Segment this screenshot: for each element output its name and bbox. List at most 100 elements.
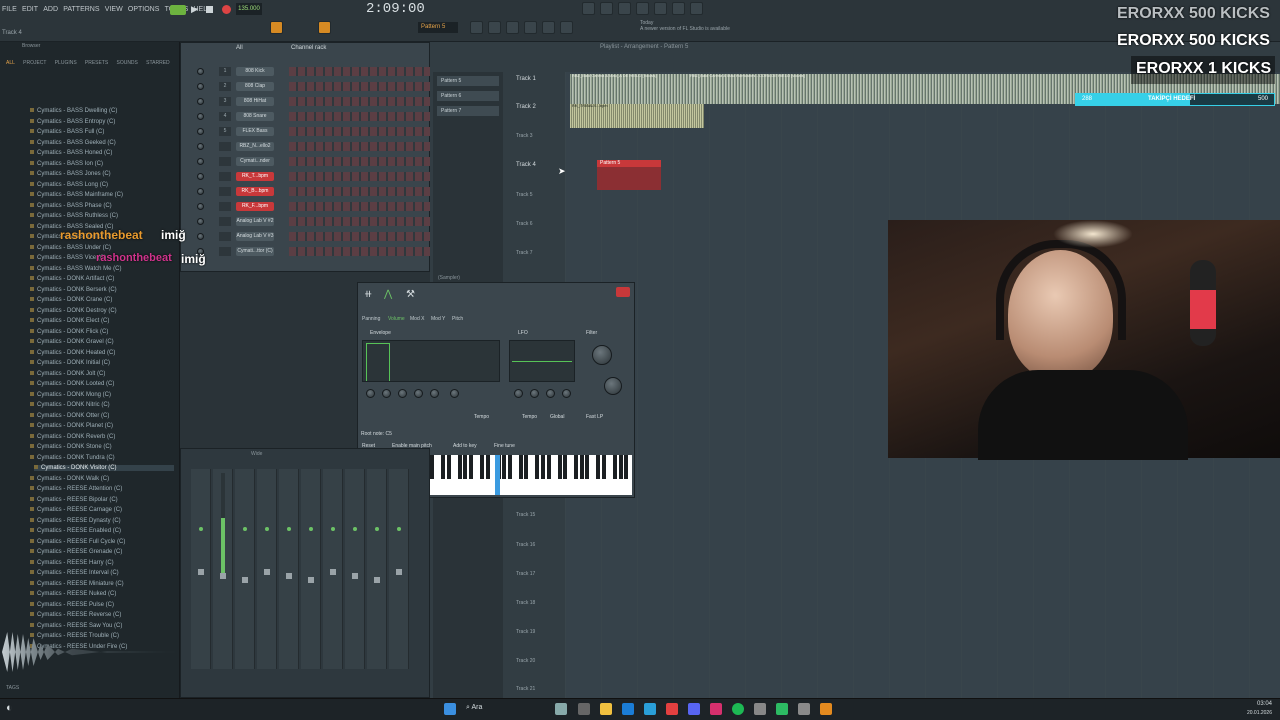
- lfo-global-label[interactable]: Global: [550, 414, 564, 420]
- channel-pan-knob[interactable]: [197, 173, 204, 180]
- tab-plugins[interactable]: PLUGINS: [55, 60, 77, 66]
- black-key[interactable]: [618, 455, 623, 479]
- tab-mod-x[interactable]: Mod X: [410, 316, 424, 322]
- channel-mixer-target[interactable]: [219, 142, 231, 151]
- stop-button[interactable]: [206, 6, 213, 13]
- browser-item[interactable]: Cymatics - BASS Honed (C): [30, 150, 112, 156]
- mixer-fader[interactable]: [374, 577, 380, 583]
- mixer-insert-strip[interactable]: [367, 469, 387, 669]
- settings-app-icon[interactable]: [798, 703, 810, 715]
- lfo-amount-knob[interactable]: [546, 389, 555, 398]
- release-knob[interactable]: [450, 389, 459, 398]
- channel-pan-knob[interactable]: [197, 143, 204, 150]
- browser-item[interactable]: Cymatics - DONK Initial (C): [30, 360, 110, 366]
- channel-mixer-target[interactable]: 4: [219, 112, 231, 121]
- mic-icon[interactable]: [618, 2, 631, 15]
- mixer-fader[interactable]: [220, 573, 226, 579]
- track-header[interactable]: Track 17: [516, 571, 535, 577]
- pattern-selector[interactable]: Pattern 5: [418, 22, 458, 33]
- track-header[interactable]: Track 5: [516, 192, 532, 198]
- tab-panning[interactable]: Panning: [362, 316, 380, 322]
- browser-item[interactable]: Cymatics - DONK Stone (C): [30, 444, 112, 450]
- snipping-icon[interactable]: [578, 703, 590, 715]
- file-explorer-icon[interactable]: [600, 703, 612, 715]
- browser-item[interactable]: Cymatics - REESE Reverse (C): [30, 612, 121, 618]
- playlist-icon[interactable]: [470, 21, 483, 34]
- lfo-tempo-label[interactable]: Tempo: [522, 414, 537, 420]
- channel-pan-knob[interactable]: [197, 218, 204, 225]
- channel-pan-knob[interactable]: [197, 188, 204, 195]
- channel-name-button[interactable]: RK_F...bpm: [236, 202, 274, 211]
- track-header[interactable]: Track 7: [516, 250, 532, 256]
- tab-project[interactable]: PROJECT: [23, 60, 46, 66]
- channel-mixer-target[interactable]: 2: [219, 82, 231, 91]
- channel-name-button[interactable]: 808 HiHat: [236, 97, 274, 106]
- clock-time[interactable]: 03:04: [1232, 701, 1272, 707]
- menu-edit[interactable]: EDIT: [22, 6, 38, 13]
- search-box[interactable]: ⌕ Ara: [466, 704, 482, 712]
- plugin-close-button[interactable]: [616, 287, 630, 297]
- pattern-song-toggle[interactable]: [170, 5, 186, 15]
- browser-item[interactable]: Cymatics - REESE Under Fire (C): [30, 644, 127, 650]
- opera-icon[interactable]: [666, 703, 678, 715]
- channel-pan-knob[interactable]: [197, 98, 204, 105]
- black-key[interactable]: [507, 455, 512, 479]
- mixer-insert-strip[interactable]: [345, 469, 365, 669]
- lfo-delay-knob[interactable]: [514, 389, 523, 398]
- pattern-list-item[interactable]: Pattern 5: [437, 76, 499, 86]
- browser-item[interactable]: Cymatics - DONK Planet (C): [30, 423, 113, 429]
- menu-file[interactable]: FILE: [2, 6, 17, 13]
- pattern-list-item[interactable]: Pattern 7: [437, 106, 499, 116]
- track-header[interactable]: Track 21: [516, 686, 535, 692]
- track-header[interactable]: Track 15: [516, 512, 535, 518]
- attack-knob[interactable]: [382, 389, 391, 398]
- channel-name-button[interactable]: RK_B...bpm: [236, 187, 274, 196]
- browser-item[interactable]: Cymatics - REESE Dynasty (C): [30, 518, 121, 524]
- black-key[interactable]: [518, 455, 523, 479]
- black-key[interactable]: [546, 455, 551, 479]
- tab-mod-y[interactable]: Mod Y: [431, 316, 445, 322]
- mixer-insert-strip[interactable]: [235, 469, 255, 669]
- lfo-attack-knob[interactable]: [530, 389, 539, 398]
- black-key[interactable]: [502, 455, 507, 479]
- browser-item[interactable]: Cymatics - DONK Elect (C): [30, 318, 109, 324]
- snap-icon[interactable]: [270, 21, 283, 34]
- widgets-icon[interactable]: ◐: [6, 702, 13, 714]
- channel-pan-knob[interactable]: [197, 233, 204, 240]
- browser-item[interactable]: Cymatics - DONK Heated (C): [30, 350, 115, 356]
- browser-item[interactable]: Cymatics - REESE Full Cycle (C): [30, 539, 125, 545]
- channel-pan-knob[interactable]: [197, 158, 204, 165]
- channel-mixer-target[interactable]: [219, 217, 231, 226]
- app-icon[interactable]: [754, 703, 766, 715]
- plugin-database-icon[interactable]: [560, 21, 573, 34]
- channel-mixer-target[interactable]: [219, 157, 231, 166]
- track-header[interactable]: Track 2: [516, 104, 536, 110]
- menu-patterns[interactable]: PATTERNS: [63, 6, 99, 13]
- black-key[interactable]: [540, 455, 545, 479]
- undo-icon[interactable]: [600, 2, 613, 15]
- record-button[interactable]: [222, 5, 231, 14]
- browser-item[interactable]: Cymatics - BASS Jones (C): [30, 171, 111, 177]
- track-header[interactable]: Track 6: [516, 221, 532, 227]
- browser-item[interactable]: Cymatics - BASS Ruthless (C): [30, 213, 118, 219]
- channel-mixer-target[interactable]: 5: [219, 127, 231, 136]
- browser-item[interactable]: Cymatics - DONK Looted (C): [30, 381, 114, 387]
- render-icon[interactable]: [690, 2, 703, 15]
- black-key[interactable]: [624, 455, 629, 479]
- black-key[interactable]: [557, 455, 562, 479]
- channel-mixer-target[interactable]: [219, 172, 231, 181]
- black-key[interactable]: [457, 455, 462, 479]
- envelope-tab-icon[interactable]: ⋀: [384, 289, 392, 300]
- clock-date[interactable]: 20.01.2026: [1232, 710, 1272, 716]
- browser-item[interactable]: Cymatics - BASS Under (C): [30, 245, 111, 251]
- channel-rack-icon[interactable]: [506, 21, 519, 34]
- channel-pan-knob[interactable]: [197, 113, 204, 120]
- channel-mixer-target[interactable]: [219, 187, 231, 196]
- task-view-icon[interactable]: [555, 703, 567, 715]
- browser-item[interactable]: Cymatics - REESE Grenade (C): [30, 549, 122, 555]
- mixer-fader[interactable]: [286, 573, 292, 579]
- channel-name-button[interactable]: FLEX Bass: [236, 127, 274, 136]
- channel-name-button[interactable]: Analog Lab V #3: [236, 232, 274, 241]
- track-header[interactable]: Track 4: [516, 162, 536, 168]
- browser-item[interactable]: Cymatics - REESE Carnage (C): [30, 507, 122, 513]
